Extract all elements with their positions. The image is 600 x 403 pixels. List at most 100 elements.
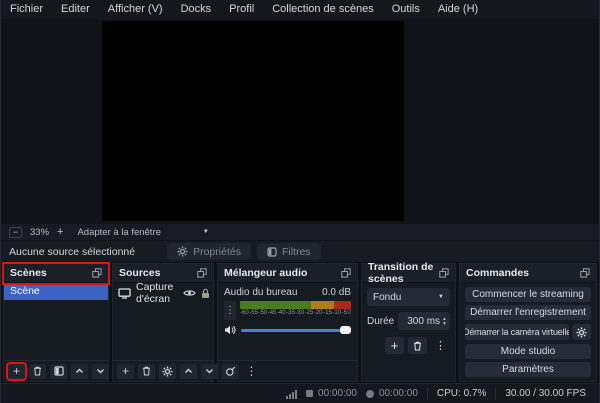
duration-value: 300 ms [407, 315, 441, 327]
add-source-button[interactable]: + [117, 363, 134, 379]
chevron-up-icon [184, 368, 193, 374]
plus-icon: + [390, 338, 399, 353]
docks-area: Scènes Scène + Sources Capture d'écran +… [1, 261, 599, 383]
transition-menu-button[interactable]: ⋮ [431, 337, 450, 354]
preview-zoom-bar: − 33% + Adapter à la fenêtre ▼ [1, 224, 599, 240]
remove-transition-button[interactable] [408, 337, 427, 354]
cpu-usage: CPU: 0.7% [436, 388, 487, 399]
menu-item-outils[interactable]: Outils [383, 0, 429, 19]
move-scene-up-button[interactable] [71, 363, 88, 379]
audio-mixer-header: Mélangeur audio [218, 264, 357, 283]
settings-button[interactable]: Paramètres [465, 362, 591, 377]
meter-orange-segment [311, 301, 335, 309]
source-properties-button[interactable] [159, 363, 176, 379]
audio-mixer-panel: Mélangeur audio Audio du bureau 0.0 dB ⋮ [217, 263, 358, 382]
volume-slider-handle[interactable] [340, 326, 351, 334]
popout-icon[interactable] [580, 268, 590, 278]
stream-status-icon [306, 390, 314, 397]
zoom-in-button[interactable]: + [57, 226, 63, 238]
menu-item-profil[interactable]: Profil [220, 0, 263, 19]
mixer-menu-button[interactable]: ⋮ [243, 364, 260, 379]
trash-icon [142, 366, 151, 376]
kebab-menu-icon: ⋮ [245, 364, 258, 378]
sources-list: Capture d'écran [113, 283, 213, 360]
filters-label: Filtres [281, 245, 311, 258]
fit-to-window-label: Adapter à la fenêtre [77, 226, 161, 238]
menu-item-aide[interactable]: Aide (H) [429, 0, 487, 19]
network-signal-icon [286, 389, 298, 399]
source-toolbar: Aucune source sélectionné Propriétés Fil… [1, 240, 599, 262]
audio-channel-menu-button[interactable]: ⋮ [224, 301, 236, 320]
move-source-up-button[interactable] [180, 363, 197, 379]
menu-item-editer[interactable]: Editer [52, 0, 99, 19]
start-streaming-button[interactable]: Commencer le streaming [465, 287, 591, 302]
meter-scale: -60 -55 -50 -45 -40 -35 -30 -25 -20 -15 -10 -5 0 [240, 310, 351, 316]
menu-item-collection-de-scenes[interactable]: Collection de scènes [263, 0, 383, 19]
menu-item-fichier[interactable]: Fichier [1, 0, 52, 19]
chevron-down-icon: ▼ [202, 229, 209, 235]
virtual-camera-settings-button[interactable] [572, 323, 591, 341]
visibility-eye-icon[interactable] [183, 289, 197, 297]
advanced-audio-button[interactable] [222, 363, 239, 379]
plus-icon: + [121, 364, 129, 378]
move-scene-down-button[interactable] [92, 363, 109, 379]
gear-icon [177, 246, 188, 257]
sources-panel-title: Sources [119, 267, 161, 279]
source-list-item[interactable]: Capture d'écran [113, 283, 213, 305]
sources-panel: Sources Capture d'écran + [112, 263, 218, 382]
scene-list-item[interactable]: Scène [4, 283, 108, 300]
audio-channel-level: 0.0 dB [322, 287, 351, 298]
duration-spinbox[interactable]: 300 ms ▲ ▼ [398, 312, 450, 330]
gear-icon [576, 326, 587, 338]
popout-icon[interactable] [92, 268, 102, 278]
start-recording-button[interactable]: Démarrer l'enregistrement [465, 305, 591, 321]
properties-label: Propriétés [193, 245, 241, 258]
meter-green-segment [240, 301, 312, 309]
speaker-icon[interactable] [224, 325, 236, 335]
volume-slider[interactable] [241, 326, 351, 334]
zoom-out-button[interactable]: − [9, 226, 22, 238]
scenes-list: Scène [4, 283, 108, 360]
filters-button[interactable]: Filtres [256, 243, 321, 260]
controls-title: Commandes [466, 267, 530, 279]
add-transition-button[interactable]: + [385, 337, 404, 354]
transition-select[interactable]: Fondu ▼ [367, 288, 450, 306]
scene-transitions-title: Transition de scènes [368, 261, 434, 285]
scene-filters-button[interactable] [50, 363, 67, 379]
preview-area[interactable] [1, 19, 599, 224]
scenes-panel: Scènes Scène + [3, 263, 109, 382]
menu-item-afficher[interactable]: Afficher (V) [99, 0, 172, 19]
popout-icon[interactable] [439, 268, 449, 278]
audio-channel: Audio du bureau 0.0 dB ⋮ -60 -55 -50 -45 -40… [218, 283, 357, 360]
remove-scene-button[interactable] [29, 363, 46, 379]
popout-icon[interactable] [341, 268, 351, 278]
obs-window: Fichier Editer Afficher (V) Docks Profil… [0, 0, 600, 403]
record-time: 00:00:00 [378, 388, 418, 399]
fit-to-window-dropdown[interactable]: Adapter à la fenêtre ▼ [77, 227, 208, 238]
move-source-down-button[interactable] [201, 363, 218, 379]
popout-icon[interactable] [197, 268, 207, 278]
source-name: Capture d'écran [136, 283, 174, 305]
gear-icon [162, 365, 173, 377]
stream-timer: 00:00:00 [306, 388, 357, 399]
add-scene-button[interactable]: + [8, 363, 25, 379]
menu-item-docks[interactable]: Docks [172, 0, 221, 19]
scene-transitions-header: Transition de scènes [362, 261, 455, 285]
lock-icon[interactable] [201, 288, 210, 299]
controls-header: Commandes [460, 264, 596, 283]
display-capture-icon [118, 287, 131, 299]
spin-up-icon[interactable]: ▲ [442, 316, 447, 321]
studio-mode-button[interactable]: Mode studio [465, 343, 591, 359]
stream-time: 00:00:00 [318, 388, 357, 399]
chevron-down-icon [205, 368, 214, 374]
properties-button[interactable]: Propriétés [167, 243, 251, 260]
start-virtual-camera-button[interactable]: Démarrer la caméra virtuelle [465, 323, 569, 341]
controls-body: Commencer le streaming Démarrer l'enregi… [460, 283, 596, 381]
record-status-icon [365, 389, 374, 398]
audio-mixer-title: Mélangeur audio [224, 267, 308, 279]
trash-icon [33, 366, 42, 376]
remove-source-button[interactable] [138, 363, 155, 379]
spin-down-icon[interactable]: ▼ [442, 321, 447, 326]
kebab-menu-icon: ⋮ [225, 305, 235, 316]
zoom-level: 33% [30, 226, 50, 238]
